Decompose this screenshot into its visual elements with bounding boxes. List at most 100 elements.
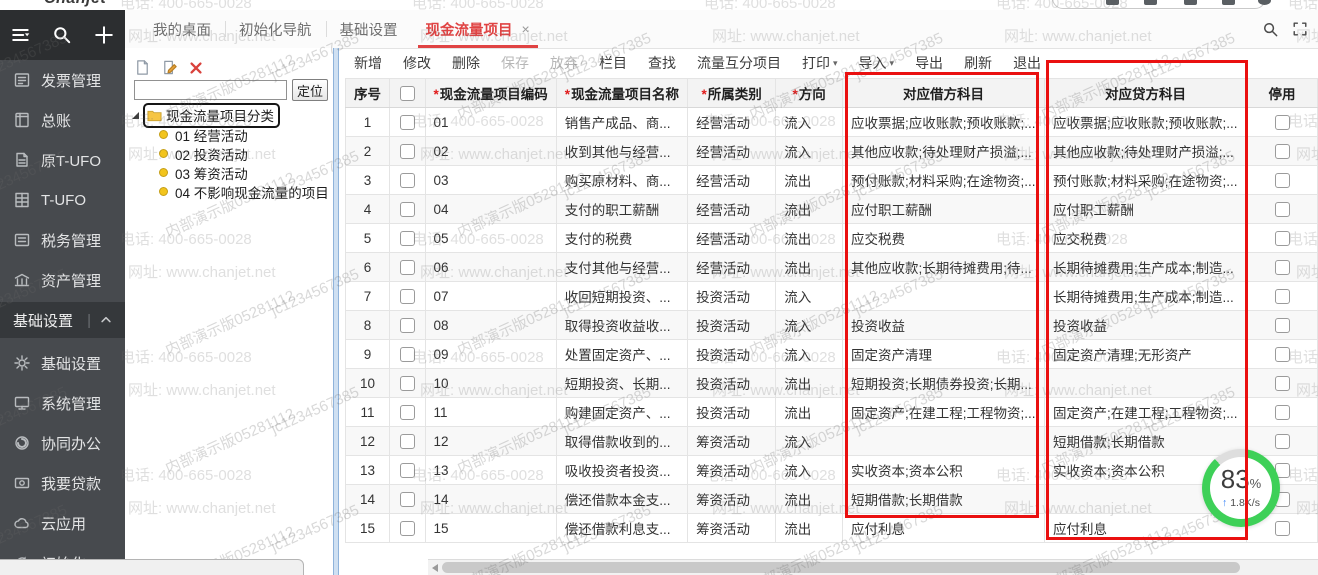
sidebar-item-monitor[interactable]: 系统管理 [0, 383, 125, 423]
fullscreen-icon[interactable] [1292, 21, 1308, 37]
sidebar-section-header[interactable]: 基础设置 | [0, 302, 125, 338]
table-row[interactable]: 13 13 吸收投资者投资... 筹资活动 流入 实收资本;资本公积 实收资本;资本公积 [345, 455, 1318, 485]
close-icon[interactable]: × [522, 21, 530, 37]
checkbox-icon[interactable] [399, 433, 415, 449]
table-row[interactable]: 11 11 购建固定资产、... 投资活动 流出 固定资产;在建工程;工程物资;... 固定… [345, 397, 1318, 427]
checkbox-icon[interactable] [399, 230, 415, 246]
cell-select[interactable] [389, 252, 426, 282]
locate-button[interactable]: 定位 [292, 79, 328, 101]
cell-select[interactable] [389, 484, 426, 514]
cell-disabled[interactable] [1246, 281, 1318, 311]
cell-select[interactable] [389, 165, 426, 195]
tree-node[interactable]: 04 不影响现金流量的项目 [132, 182, 333, 201]
table-row[interactable]: 6 06 支付其他与经营... 经营活动 流出 其他应收款;长期待摊费用;待... 长期待摊… [345, 252, 1318, 282]
cell-disabled[interactable] [1246, 165, 1318, 195]
checkbox-icon[interactable] [399, 404, 415, 420]
cell-disabled[interactable] [1246, 252, 1318, 282]
checkbox-icon[interactable] [399, 85, 415, 101]
checkbox-icon[interactable] [1274, 433, 1290, 449]
column-header-对应贷方科目[interactable]: 对应贷方科目 [1044, 78, 1248, 108]
column-header-方向[interactable]: *方向 [775, 78, 843, 108]
cell-disabled[interactable] [1246, 107, 1318, 137]
sidebar-item-report[interactable]: T-UFO [0, 180, 125, 220]
tree-root-node[interactable]: 现金流量项目分类 [132, 103, 333, 128]
checkbox-icon[interactable] [1274, 288, 1290, 304]
cell-disabled[interactable] [1246, 397, 1318, 427]
toolbar-button-导出[interactable]: 导出 [915, 53, 943, 73]
scrollbar-thumb[interactable] [442, 562, 1240, 573]
checkbox-icon[interactable] [399, 462, 415, 478]
checkbox-icon[interactable] [399, 375, 415, 391]
table-row[interactable]: 8 08 取得投资收益收... 投资活动 流入 投资收益 投资收益 [345, 310, 1318, 340]
scroll-left-icon[interactable] [432, 564, 438, 572]
menu-icon[interactable] [11, 25, 31, 45]
cell-disabled[interactable] [1246, 223, 1318, 253]
checkbox-icon[interactable] [399, 346, 415, 362]
tab-我的桌面[interactable]: 我的桌面 [139, 10, 225, 48]
checkbox-icon[interactable] [1274, 143, 1290, 159]
tree-search-input[interactable] [134, 80, 287, 100]
tree-node[interactable]: 02 投资活动 [132, 144, 333, 163]
checkbox-icon[interactable] [399, 317, 415, 333]
edit-doc-icon[interactable] [161, 59, 178, 76]
checkbox-icon[interactable] [1274, 375, 1290, 391]
tree-node[interactable]: 03 筹资活动 [132, 163, 333, 182]
cell-disabled[interactable] [1246, 194, 1318, 224]
cell-disabled[interactable] [1246, 426, 1318, 456]
toolbar-button-打印[interactable]: 打印 ▾ [802, 53, 838, 73]
checkbox-icon[interactable] [1274, 317, 1290, 333]
cell-select[interactable] [389, 310, 426, 340]
checkbox-icon[interactable] [1274, 259, 1290, 275]
cell-select[interactable] [389, 223, 426, 253]
checkbox-icon[interactable] [399, 143, 415, 159]
browser-icon[interactable] [1222, 0, 1235, 5]
table-row[interactable]: 4 04 支付的职工薪酬 经营活动 流出 应付职工薪酬 应付职工薪酬 [345, 194, 1318, 224]
sidebar-item-bank[interactable]: 资产管理 [0, 260, 125, 300]
browser-icon[interactable] [1184, 0, 1197, 5]
cell-disabled[interactable] [1246, 310, 1318, 340]
checkbox-icon[interactable] [1274, 230, 1290, 246]
new-doc-icon[interactable] [134, 59, 151, 76]
toolbar-button-刷新[interactable]: 刷新 [964, 53, 992, 73]
checkbox-icon[interactable] [399, 201, 415, 217]
column-header-序号[interactable]: 序号 [345, 78, 390, 108]
table-row[interactable]: 15 15 偿还借款利息支... 筹资活动 流出 应付利息 应付利息 [345, 513, 1318, 543]
checkbox-icon[interactable] [1274, 404, 1290, 420]
table-row[interactable]: 14 14 偿还借款本金支... 筹资活动 流出 短期借款;长期借款 [345, 484, 1318, 514]
toolbar-button-删除[interactable]: 删除 [452, 53, 480, 73]
table-row[interactable]: 2 02 收到其他与经营... 经营活动 流入 其他应收款;待处理财产损溢;... 其他应收… [345, 136, 1318, 166]
column-header-现金流量项目编码[interactable]: *现金流量项目编码 [424, 78, 557, 108]
delete-x-icon[interactable] [188, 60, 204, 76]
table-row[interactable]: 5 05 支付的税费 经营活动 流出 应交税费 应交税费 [345, 223, 1318, 253]
checkbox-icon[interactable] [399, 491, 415, 507]
checkbox-icon[interactable] [399, 114, 415, 130]
cell-disabled[interactable] [1246, 136, 1318, 166]
search-icon[interactable] [1262, 21, 1279, 38]
toolbar-button-导入[interactable]: 导入 ▾ [859, 53, 895, 73]
sidebar-item-invoice[interactable]: 发票管理 [0, 60, 125, 100]
sidebar-item-ledger[interactable]: 总账 [0, 100, 125, 140]
speed-progress-badge[interactable]: 83% ↑ 1.8K/s [1202, 449, 1280, 527]
toolbar-button-修改[interactable]: 修改 [403, 53, 431, 73]
cell-select[interactable] [389, 107, 426, 137]
table-row[interactable]: 10 10 短期投资、长期... 投资活动 流出 短期投资;长期债券投资;长期... [345, 368, 1318, 398]
table-row[interactable]: 1 01 销售产成品、商... 经营活动 流入 应收票据;应收账款;预收账款;... 应收票… [345, 107, 1318, 137]
sidebar-item-cloud[interactable]: 云应用 [0, 503, 125, 543]
tab-现金流量项目[interactable]: 现金流量项目 × [412, 10, 544, 48]
expand-triangle-icon[interactable] [132, 112, 139, 119]
cell-select[interactable] [389, 339, 426, 369]
toolbar-button-流量互分项目[interactable]: 流量互分项目 [697, 53, 781, 73]
checkbox-icon[interactable] [1274, 520, 1290, 536]
cell-select[interactable] [389, 513, 426, 543]
toolbar-button-栏目[interactable]: 栏目 [599, 53, 627, 73]
tab-初始化导航[interactable]: 初始化导航 [225, 10, 326, 48]
column-header-对应借方科目[interactable]: 对应借方科目 [841, 78, 1046, 108]
checkbox-icon[interactable] [1274, 201, 1290, 217]
browser-icon[interactable] [1144, 0, 1157, 5]
tab-基础设置[interactable]: 基础设置 [325, 10, 412, 48]
browser-icon[interactable] [1258, 0, 1271, 5]
checkbox-icon[interactable] [1274, 114, 1290, 130]
search-icon[interactable] [52, 25, 72, 45]
table-row[interactable]: 3 03 购买原材料、商... 经营活动 流出 预付账款;材料采购;在途物资;... 预付账… [345, 165, 1318, 195]
table-row[interactable]: 9 09 处置固定资产、... 投资活动 流入 固定资产清理 固定资产清理;无形资产 [345, 339, 1318, 369]
